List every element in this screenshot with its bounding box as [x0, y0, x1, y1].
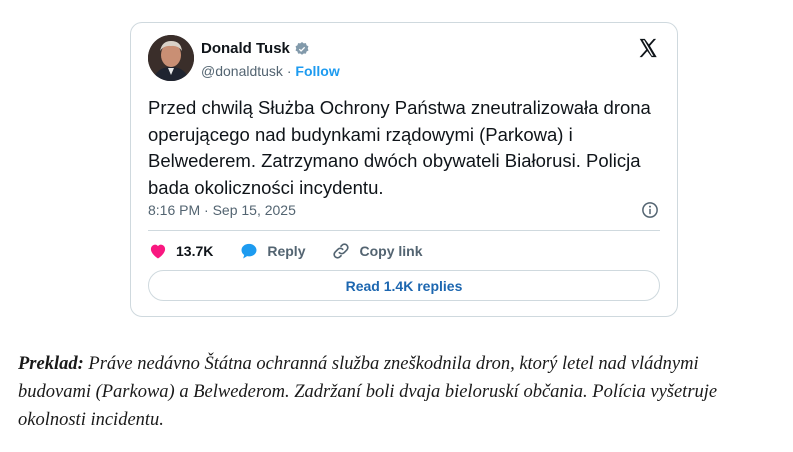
- like-button[interactable]: 13.7K: [148, 241, 213, 261]
- x-logo-icon[interactable]: [637, 37, 659, 59]
- tweet-card[interactable]: Donald Tusk @donaldtusk · Follow Przed c…: [130, 22, 678, 317]
- info-icon[interactable]: [641, 201, 659, 219]
- like-count: 13.7K: [176, 243, 214, 259]
- avatar[interactable]: [148, 35, 194, 81]
- action-bar: 13.7K Reply Copy link: [148, 241, 449, 261]
- tweet-timestamp[interactable]: 8:16 PM · Sep 15, 2025: [148, 202, 296, 218]
- author-handle[interactable]: @donaldtusk: [201, 63, 283, 79]
- verified-badge-icon: [295, 41, 309, 55]
- copy-link-label: Copy link: [359, 243, 423, 259]
- reply-label: Reply: [267, 243, 306, 259]
- copy-link-button[interactable]: Copy link: [331, 241, 423, 261]
- follow-button[interactable]: Follow: [295, 63, 339, 79]
- caption-label: Preklad:: [18, 354, 84, 374]
- author-handle-row: @donaldtusk · Follow: [201, 63, 340, 79]
- speech-bubble-icon: [241, 243, 257, 259]
- caption-text: Práve nedávno Štátna ochranná služba zne…: [18, 354, 718, 430]
- tweet-text: Przed chwilą Służba Ochrony Państwa zneu…: [148, 97, 651, 198]
- read-replies-button[interactable]: Read 1.4K replies: [148, 270, 660, 301]
- divider: [148, 230, 660, 231]
- translation-caption: Preklad: Práve nedávno Štátna ochranná s…: [18, 350, 776, 434]
- author-name-text[interactable]: Donald Tusk: [201, 40, 290, 57]
- reply-button[interactable]: Reply: [239, 241, 305, 261]
- separator: ·: [286, 63, 292, 79]
- link-icon: [333, 243, 350, 259]
- author-name[interactable]: Donald Tusk: [201, 40, 310, 57]
- heart-icon: [150, 244, 166, 259]
